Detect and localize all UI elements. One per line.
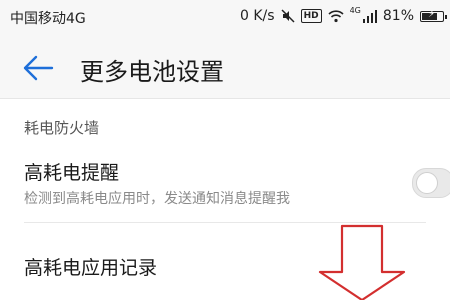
high-power-reminder-toggle[interactable] (412, 168, 450, 198)
status-icons: 0 K/s HD 4G 81% ⚡ (240, 5, 447, 24)
page-title: 更多电池设置 (80, 58, 224, 86)
mute-icon (281, 9, 295, 23)
network-speed: 0 K/s (240, 8, 275, 24)
battery-percent: 81% (382, 8, 414, 24)
status-bar: 中国移动4G 0 K/s HD 4G 81% ⚡ (0, 0, 450, 34)
section-header: 耗电防火墙 (24, 119, 100, 137)
row-divider (24, 222, 426, 223)
item-subtitle: 检测到高耗电应用时，发送通知消息提醒我 (24, 191, 290, 207)
toolbar: 更多电池设置 (0, 34, 450, 98)
back-arrow-icon[interactable] (22, 54, 54, 82)
item-title: 高耗电提醒 (24, 162, 120, 184)
hd-badge: HD (300, 9, 322, 23)
item-title: 高耗电应用记录 (24, 257, 158, 279)
carrier-label: 中国移动4G (10, 11, 86, 27)
battery-icon: ⚡ (420, 8, 447, 22)
wifi-icon (328, 10, 344, 23)
network-type-label: 4G (349, 5, 361, 15)
signal-icon (362, 10, 377, 23)
toolbar-divider (0, 98, 450, 99)
charging-icon: ⚡ (428, 8, 436, 20)
toggle-knob (416, 172, 438, 194)
red-down-arrow-icon (318, 224, 406, 300)
